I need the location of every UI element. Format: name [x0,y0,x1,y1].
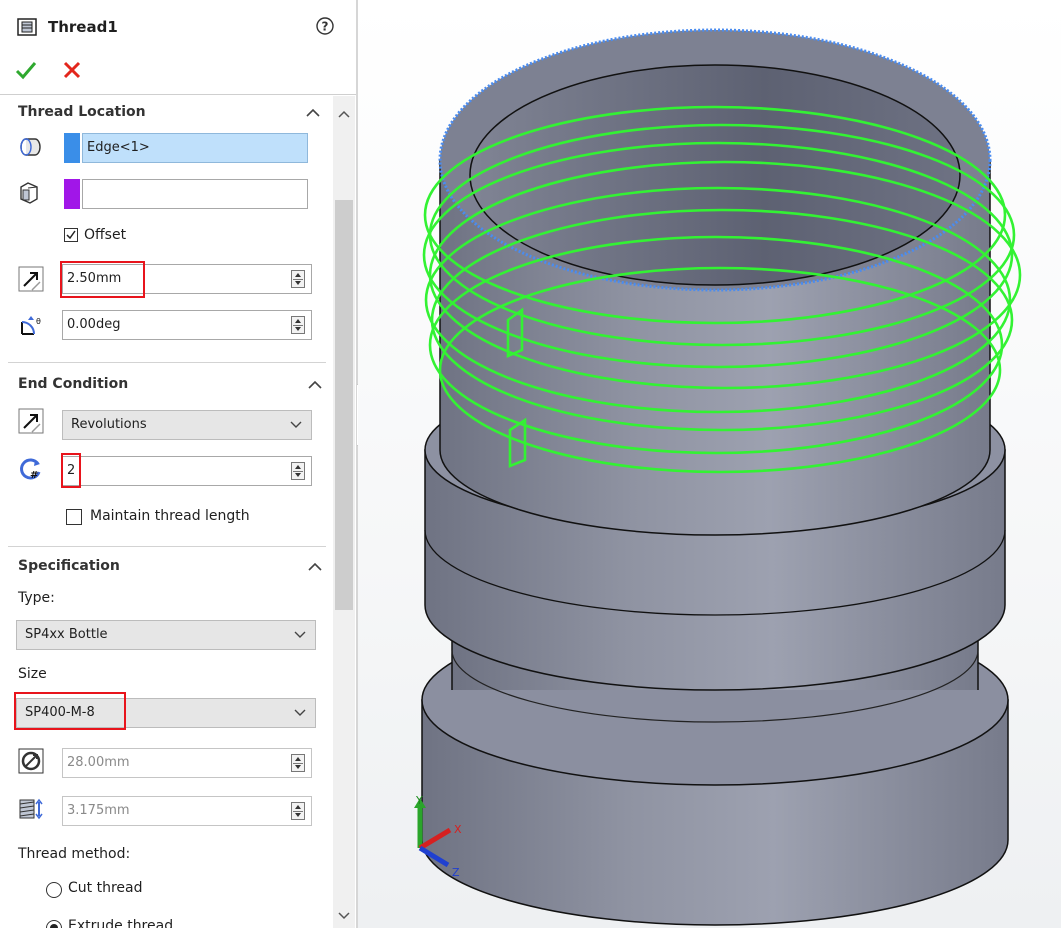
highlight-box [60,261,145,298]
svg-text:#: # [30,470,38,481]
highlight-box [61,453,81,488]
diameter-value: 28.00mm [67,755,130,770]
revolutions-field[interactable]: 2 [62,456,312,486]
scroll-down-icon[interactable] [337,910,351,922]
ok-button[interactable] [14,58,38,82]
chevron-down-icon [294,709,306,716]
extrude-thread-radio[interactable] [46,920,62,928]
pitch-icon [18,796,44,822]
chevron-down-icon [294,631,306,638]
revolutions-icon: # [18,456,44,482]
end-condition-dropdown[interactable]: Revolutions [62,410,312,440]
graphics-viewport[interactable]: Y X Z [358,0,1061,928]
divider [0,94,356,95]
start-angle-spinner[interactable] [291,316,305,334]
type-value: SP4xx Bottle [25,627,108,642]
divider [8,362,326,363]
maintain-thread-length-label: Maintain thread length [90,508,250,524]
thread-location-header[interactable]: Thread Location [0,100,330,126]
edge-color-swatch [64,133,80,163]
thread-feature-icon [16,17,38,37]
pitch-field[interactable]: 3.175mm [62,796,312,826]
panel-scrollbar-thumb[interactable] [335,200,353,610]
end-condition-title: End Condition [18,376,129,392]
end-condition-header[interactable]: End Condition [0,372,330,398]
size-label: Size [18,666,47,682]
svg-text:?: ? [322,20,329,34]
face-color-swatch [64,179,80,209]
panel-title: Thread1 [48,18,118,36]
thread-method-label: Thread method: [18,846,131,862]
offset-checkbox[interactable] [64,228,78,242]
start-angle-value: 0.00deg [67,317,121,332]
triad-z-label: Z [452,866,460,879]
thread-model-3d[interactable]: Y X Z [358,0,1061,928]
diameter-field[interactable]: 28.00mm [62,748,312,778]
end-condition-direction-icon[interactable] [18,408,44,434]
cut-thread-label: Cut thread [68,880,143,896]
offset-label: Offset [84,227,127,243]
chevron-down-icon [290,421,302,428]
cut-thread-radio[interactable] [46,882,62,898]
edge-selection-box[interactable]: Edge<1> [82,133,308,163]
x-icon [63,61,81,79]
chevron-up-icon[interactable] [306,558,324,576]
face-selection-box[interactable] [82,179,308,209]
svg-text:θ: θ [36,317,41,326]
triad-y-label: Y [415,794,423,807]
thread-location-title: Thread Location [18,104,146,120]
diameter-spinner[interactable] [291,754,305,772]
type-dropdown[interactable]: SP4xx Bottle [16,620,316,650]
property-manager-panel: Thread1 ? Thread Location Edge<1> Offset [0,0,356,928]
offset-distance-spinner[interactable] [291,270,305,288]
specification-title: Specification [18,558,120,574]
type-label: Type: [18,590,55,606]
diameter-icon [18,748,44,774]
extrude-thread-label: Extrude thread [68,918,174,928]
help-circle-icon[interactable]: ? [315,16,335,36]
revolutions-spinner[interactable] [291,462,305,480]
start-angle-field[interactable]: 0.00deg [62,310,312,340]
start-angle-icon: θ [18,312,44,338]
chevron-up-icon[interactable] [304,104,322,122]
highlight-box [14,692,126,730]
checkmark-icon [15,62,37,80]
scroll-up-icon[interactable] [337,108,351,120]
offset-distance-icon [18,266,44,292]
specification-header[interactable]: Specification [0,554,330,580]
end-condition-value: Revolutions [71,417,147,432]
pitch-spinner[interactable] [291,802,305,820]
triad-x-label: X [454,823,462,836]
cancel-button[interactable] [60,58,84,82]
face-selection-icon [16,180,42,206]
edge-selection-value: Edge<1> [87,140,150,155]
edge-selection-icon [16,134,42,160]
pitch-value: 3.175mm [67,803,130,818]
maintain-thread-length-checkbox[interactable] [66,509,82,525]
divider [8,546,326,547]
chevron-up-icon[interactable] [306,376,324,394]
